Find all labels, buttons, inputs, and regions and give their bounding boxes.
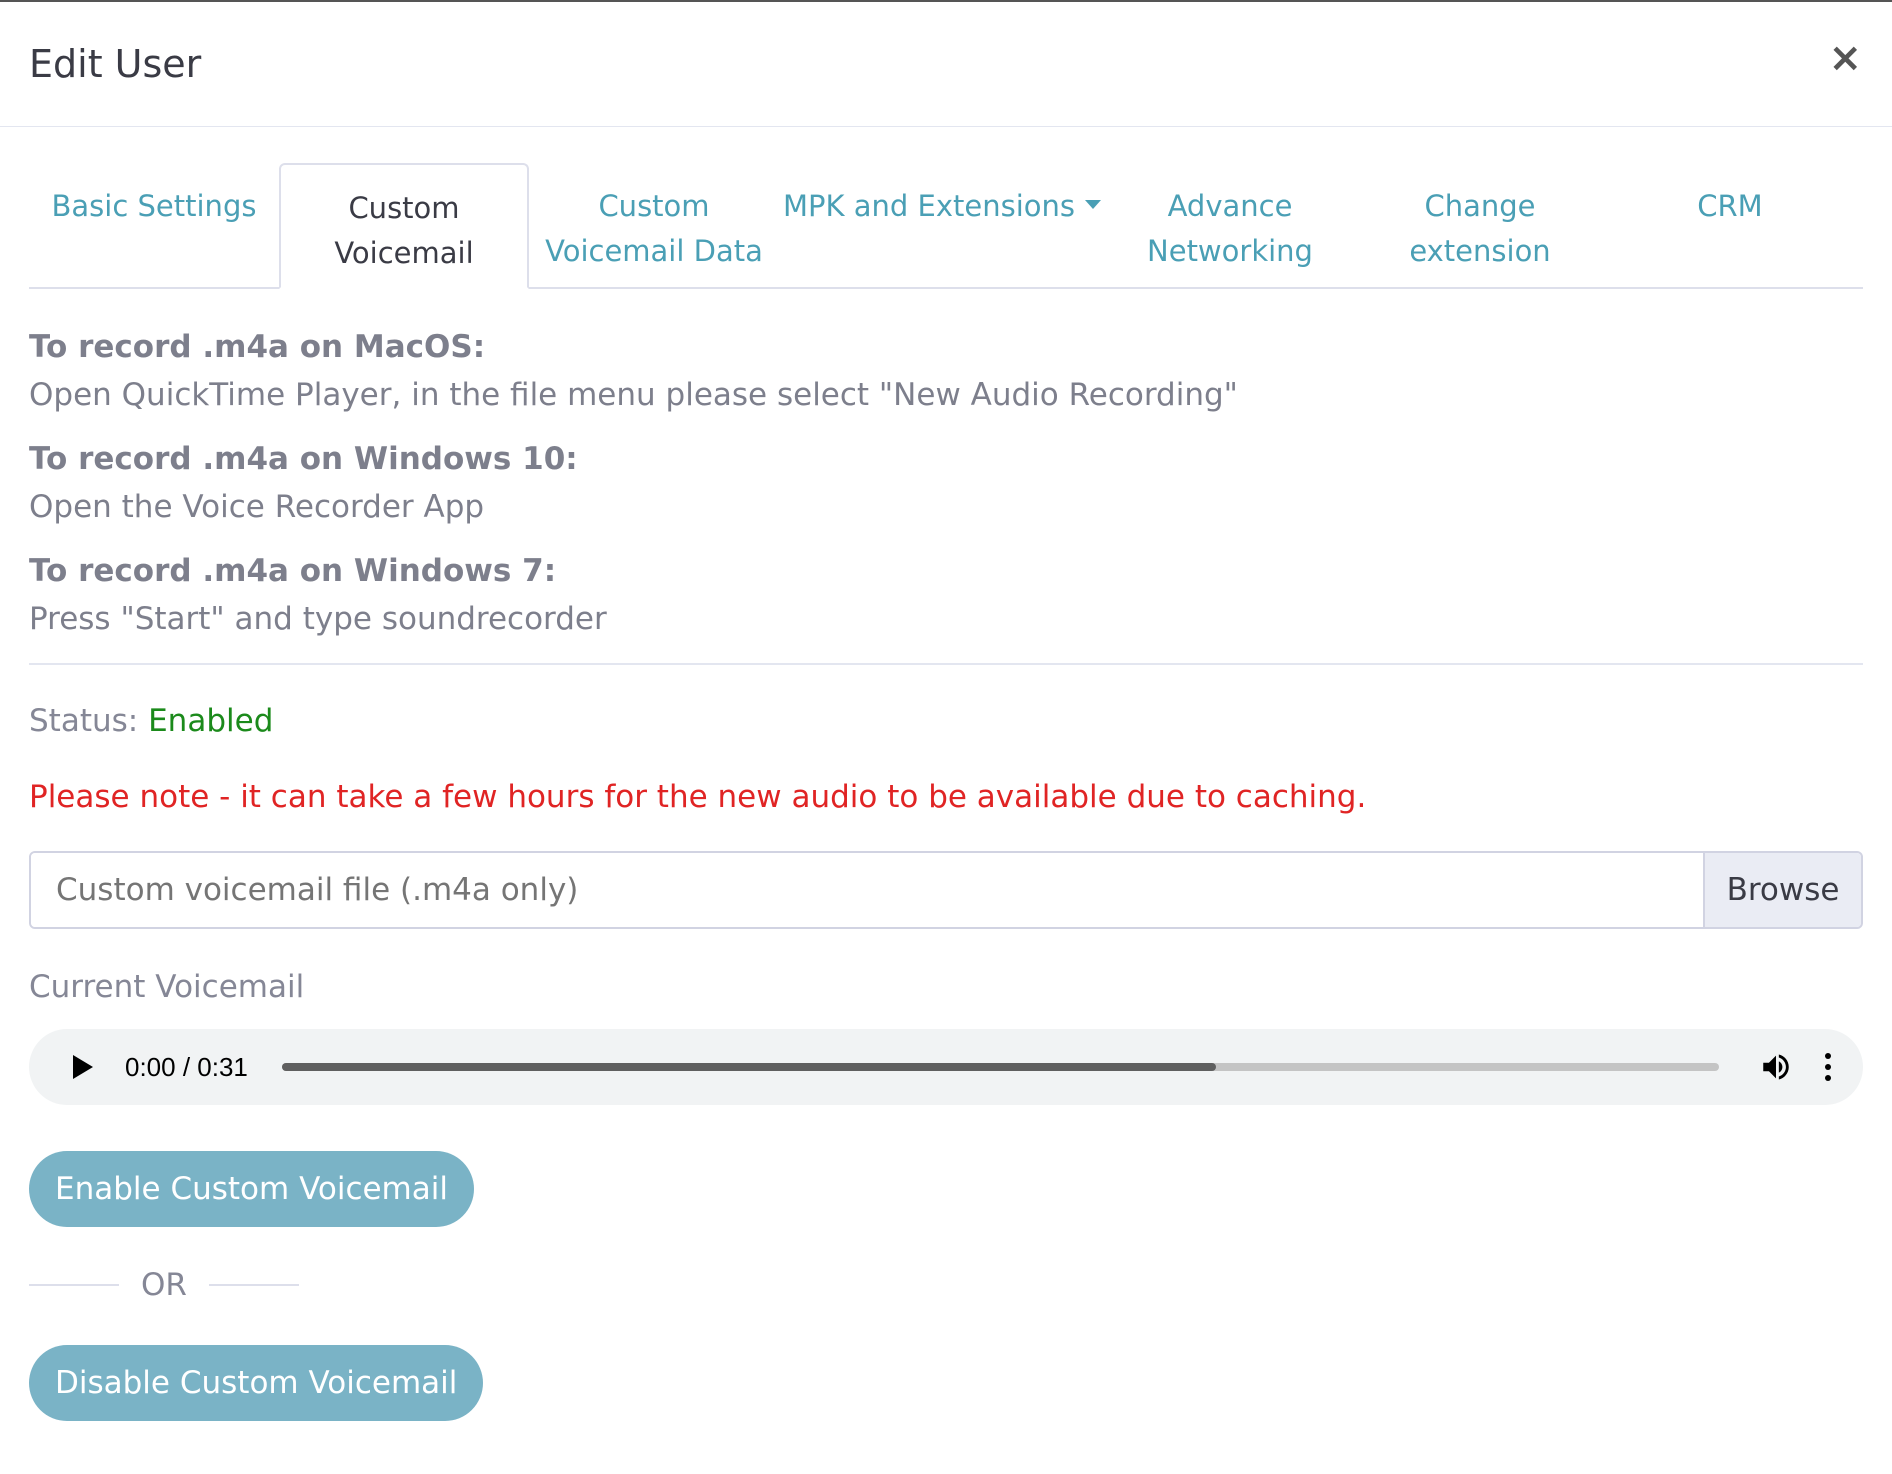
- status-line: Status: Enabled: [29, 703, 1863, 739]
- audio-player: 0:00 / 0:31: [29, 1029, 1863, 1105]
- tab-label: Custom: [348, 191, 460, 225]
- tab-label: Change: [1424, 189, 1536, 223]
- current-voicemail-label: Current Voicemail: [29, 969, 305, 1005]
- tab-label: Voicemail: [334, 236, 474, 270]
- tab-bar: Basic Settings Custom Voicemail Custom V…: [29, 163, 1863, 289]
- time-display: 0:00 / 0:31: [125, 1051, 248, 1082]
- tab-label: Networking: [1147, 234, 1313, 268]
- tab-label: Voicemail Data: [545, 234, 763, 268]
- tab-label: Basic Settings: [51, 189, 257, 223]
- disable-custom-voicemail-button[interactable]: Disable Custom Voicemail: [29, 1345, 484, 1421]
- divider: [29, 663, 1863, 665]
- modal-header: Edit User ×: [0, 2, 1892, 127]
- tab-label: Custom: [598, 189, 710, 223]
- play-icon[interactable]: [73, 1055, 93, 1079]
- separator-line: [208, 1284, 299, 1286]
- caching-note: Please note - it can take a few hours fo…: [29, 779, 1367, 815]
- close-icon[interactable]: ×: [1828, 38, 1862, 78]
- enable-custom-voicemail-button[interactable]: Enable Custom Voicemail: [29, 1151, 474, 1227]
- tab-custom-voicemail[interactable]: Custom Voicemail: [279, 163, 529, 289]
- browse-button[interactable]: Browse: [1703, 853, 1861, 927]
- edit-user-modal: Edit User × Basic Settings Custom Voicem…: [0, 0, 1892, 1474]
- status-label: Status:: [29, 703, 139, 739]
- tab-label: extension: [1409, 234, 1551, 268]
- audio-buffered-fill: [281, 1063, 1216, 1071]
- status-badge: Enabled: [148, 703, 274, 739]
- instruction-text: Open QuickTime Player, in the file menu …: [29, 377, 1238, 413]
- tab-change-extension[interactable]: Change extension: [1355, 163, 1605, 287]
- file-upload-group: Browse: [29, 851, 1863, 929]
- tab-advance-networking[interactable]: Advance Networking: [1105, 163, 1355, 287]
- audio-progress-slider[interactable]: [281, 1063, 1719, 1071]
- or-text: OR: [141, 1267, 187, 1303]
- tab-basic-settings[interactable]: Basic Settings: [29, 163, 279, 287]
- instruction-title: To record .m4a on MacOS:: [29, 329, 486, 365]
- more-options-icon[interactable]: [1823, 1052, 1833, 1082]
- modal-body: Basic Settings Custom Voicemail Custom V…: [0, 163, 1892, 1421]
- caret-down-icon: [1085, 199, 1101, 209]
- recording-instructions: To record .m4a on MacOS: Open QuickTime …: [29, 289, 1863, 643]
- tab-label: CRM: [1697, 189, 1763, 223]
- instruction-title: To record .m4a on Windows 10:: [29, 441, 578, 477]
- instruction-text: Open the Voice Recorder App: [29, 489, 485, 525]
- tab-label: MPK and Extensions: [783, 189, 1075, 223]
- tab-custom-voicemail-data[interactable]: Custom Voicemail Data: [529, 163, 779, 287]
- separator-line: [29, 1284, 119, 1286]
- instruction-text: Press "Start" and type soundrecorder: [29, 601, 607, 637]
- tab-label: Advance: [1167, 189, 1293, 223]
- tab-crm[interactable]: CRM: [1605, 163, 1855, 287]
- modal-title: Edit User: [29, 42, 202, 86]
- instruction-title: To record .m4a on Windows 7:: [29, 553, 557, 589]
- tab-label-row: MPK and Extensions: [779, 184, 1105, 229]
- or-separator: OR: [29, 1255, 1863, 1315]
- volume-icon[interactable]: [1759, 1050, 1793, 1084]
- tab-mpk-and-extensions[interactable]: MPK and Extensions: [779, 163, 1105, 287]
- voicemail-file-input[interactable]: [31, 853, 1703, 927]
